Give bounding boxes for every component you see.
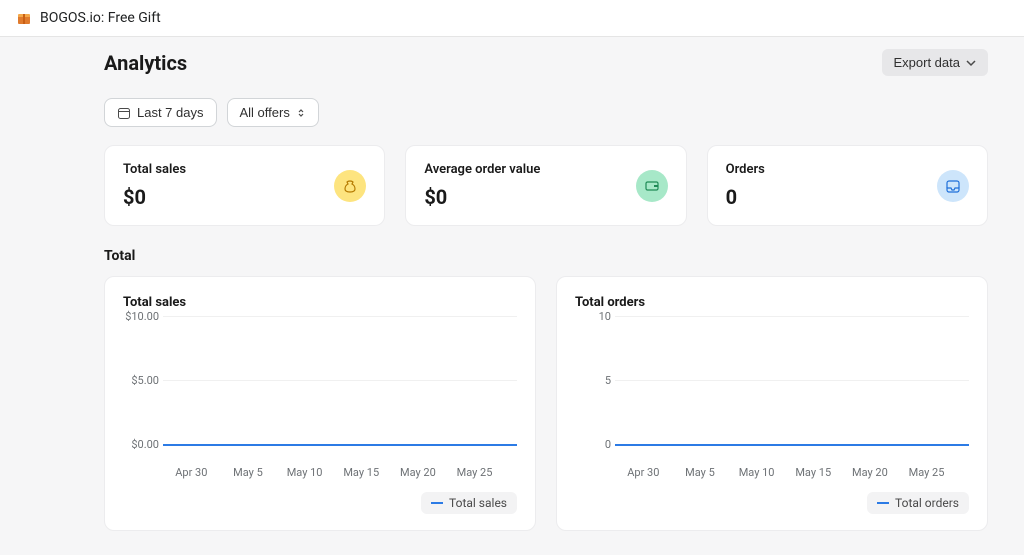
x-tick: May 5 [685,466,715,479]
x-tick: May 10 [287,466,323,479]
chart-title: Total orders [575,295,969,310]
series-line [615,444,969,446]
chart-total-orders: Total orders 10 5 0 Apr 30 May 5 May 10 … [556,276,988,531]
legend-label: Total orders [895,496,959,510]
page-header: Analytics Export data [104,49,1024,76]
card-label: Average order value [424,162,540,177]
y-tick: $10.00 [119,310,159,323]
chart-total-sales: Total sales $10.00 $5.00 $0.00 Apr 30 Ma… [104,276,536,531]
export-data-button[interactable]: Export data [882,49,989,76]
offer-select-label: All offers [240,105,290,120]
chart-plot: 10 5 0 [615,316,969,456]
export-data-label: Export data [894,55,961,70]
legend-item: Total orders [867,492,969,514]
x-tick: May 25 [457,466,493,479]
app-title: BOGOS.io: Free Gift [40,10,161,26]
x-tick: May 15 [795,466,831,479]
x-tick: May 20 [852,466,888,479]
offer-select-button[interactable]: All offers [227,98,319,127]
date-range-button[interactable]: Last 7 days [104,98,217,127]
card-label: Orders [726,162,765,177]
x-tick: May 5 [233,466,263,479]
summary-cards: Total sales $0 Average order value $0 Or… [104,145,1024,226]
card-orders: Orders 0 [707,145,988,226]
date-range-label: Last 7 days [137,105,204,120]
x-tick: Apr 30 [175,466,207,479]
y-tick: 0 [571,438,611,451]
filters-row: Last 7 days All offers [104,98,1024,127]
calendar-icon [117,106,131,120]
charts-row: Total sales $10.00 $5.00 $0.00 Apr 30 Ma… [104,276,1024,531]
x-tick: Apr 30 [627,466,659,479]
card-value: $0 [424,185,540,209]
card-value: $0 [123,185,186,209]
x-tick: May 25 [909,466,945,479]
legend-label: Total sales [449,496,507,510]
card-value: 0 [726,185,765,209]
card-aov: Average order value $0 [405,145,686,226]
legend-item: Total sales [421,492,517,514]
card-label: Total sales [123,162,186,177]
chart-title: Total sales [123,295,517,310]
legend-swatch [431,502,443,504]
page: Analytics Export data Last 7 days All of… [0,37,1024,555]
sort-icon [296,108,306,118]
series-line [163,444,517,446]
card-total-sales: Total sales $0 [104,145,385,226]
x-axis: Apr 30 May 5 May 10 May 15 May 20 May 25 [163,466,517,480]
y-tick: 10 [571,310,611,323]
money-bag-icon [334,170,366,202]
y-tick: 5 [571,374,611,387]
page-title: Analytics [104,51,187,75]
chart-plot: $10.00 $5.00 $0.00 [163,316,517,456]
x-tick: May 20 [400,466,436,479]
chevron-down-icon [966,58,976,68]
x-tick: May 10 [739,466,775,479]
x-tick: May 15 [343,466,379,479]
chart-legend: Total sales [123,492,517,514]
inbox-icon [937,170,969,202]
gift-icon [16,10,32,26]
chart-legend: Total orders [575,492,969,514]
x-axis: Apr 30 May 5 May 10 May 15 May 20 May 25 [615,466,969,480]
legend-swatch [877,502,889,504]
y-tick: $5.00 [119,374,159,387]
wallet-icon [636,170,668,202]
section-total-header: Total [104,248,1024,264]
topbar: BOGOS.io: Free Gift [0,0,1024,37]
y-tick: $0.00 [119,438,159,451]
